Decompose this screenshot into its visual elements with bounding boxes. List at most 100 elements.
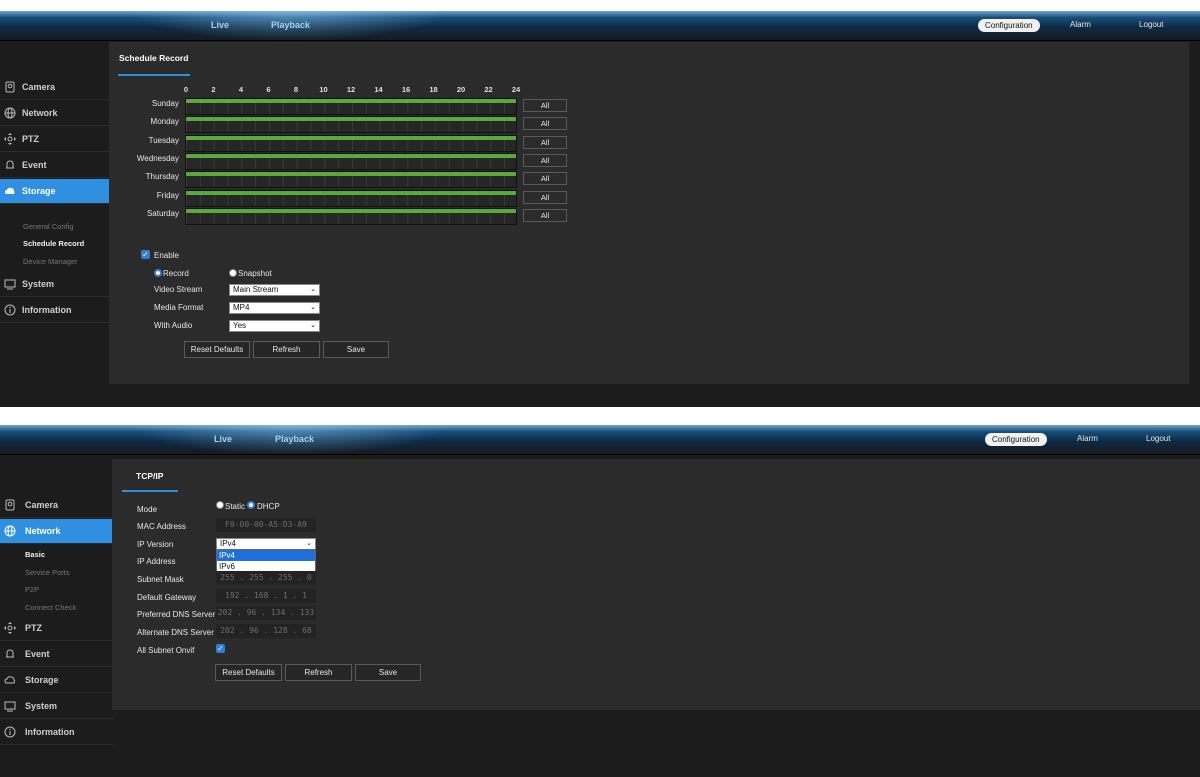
sidebar-sub-service-ports[interactable]: Service Ports: [25, 568, 70, 577]
refresh-button[interactable]: Refresh: [253, 341, 320, 358]
sidebar-sub-connect-check[interactable]: Connect Check: [25, 603, 76, 612]
nav-configuration[interactable]: Configuration: [985, 433, 1047, 446]
reset-defaults-button[interactable]: Reset Defaults: [215, 664, 282, 681]
schedule-row[interactable]: [185, 116, 517, 134]
sidebar-item-event[interactable]: Event: [0, 153, 110, 178]
snapshot-radio[interactable]: [229, 269, 237, 277]
mac-field: F0-00-00-A5-D3-A9: [216, 518, 316, 532]
content-area: Schedule Record 0 2 4 6 8 10 12 14 16 18 20 22 24 Su…: [109, 42, 1189, 384]
info-icon: [4, 726, 16, 738]
nav-alarm[interactable]: Alarm: [1077, 434, 1098, 443]
alternate-dns-field: 202 . 96 . 128 . 68: [216, 624, 316, 638]
camera-icon: [5, 81, 15, 93]
snapshot-label: Snapshot: [238, 269, 272, 278]
sidebar-item-camera[interactable]: Camera: [0, 493, 113, 518]
schedule-row[interactable]: [185, 134, 517, 152]
video-stream-select[interactable]: Main Stream ⌄: [229, 284, 320, 296]
schedule-row[interactable]: [185, 98, 517, 115]
sidebar-sub-general-config[interactable]: General Config: [23, 222, 73, 231]
onvif-checkbox[interactable]: ✓: [216, 644, 225, 653]
nav-configuration[interactable]: Configuration: [978, 19, 1040, 32]
schedule-bar[interactable]: [186, 135, 516, 140]
chevron-down-icon: ⌄: [310, 322, 316, 329]
schedule-row[interactable]: [185, 171, 517, 189]
sidebar-item-ptz[interactable]: PTZ: [0, 616, 113, 641]
sidebar-sub-basic[interactable]: Basic: [25, 550, 45, 559]
schedule-bar[interactable]: [186, 117, 516, 122]
schedule-bar[interactable]: [186, 172, 516, 177]
record-radio[interactable]: [154, 269, 162, 277]
top-nav-bar: Live Playback Configuration Alarm Logout: [0, 11, 1200, 41]
sidebar-item-camera[interactable]: Camera: [0, 75, 110, 100]
all-button[interactable]: All: [523, 208, 567, 222]
ip-version-option[interactable]: IPv4: [217, 550, 315, 561]
sidebar-item-label: System: [25, 701, 58, 711]
nav-alarm[interactable]: Alarm: [1070, 20, 1091, 29]
sidebar-item-event[interactable]: Event: [0, 642, 113, 667]
schedule-row[interactable]: [185, 207, 517, 225]
tab-tcpip[interactable]: TCP/IP: [136, 471, 163, 481]
day-label: Saturday: [146, 208, 179, 218]
save-button[interactable]: Save: [323, 341, 389, 358]
hour-label: 0: [183, 85, 189, 94]
all-button[interactable]: All: [523, 172, 567, 186]
sidebar-item-network[interactable]: Network: [0, 519, 121, 544]
record-label: Record: [163, 269, 189, 278]
sidebar-item-ptz[interactable]: PTZ: [0, 127, 110, 152]
sidebar-item-storage[interactable]: Storage: [0, 668, 113, 693]
schedule-row[interactable]: [185, 152, 517, 170]
hour-label: 20: [456, 85, 466, 94]
refresh-button[interactable]: Refresh: [285, 664, 352, 681]
sidebar-item-storage[interactable]: Storage: [0, 179, 118, 204]
nav-playback[interactable]: Playback: [271, 20, 310, 30]
sidebar-item-information[interactable]: Information: [0, 298, 110, 323]
schedule-bar[interactable]: [186, 153, 516, 158]
nav-live[interactable]: Live: [214, 434, 232, 444]
sidebar-item-network[interactable]: Network: [0, 101, 110, 126]
sidebar-item-label: Network: [25, 526, 61, 536]
day-label: Thursday: [145, 172, 179, 182]
sidebar-item-label: PTZ: [22, 134, 39, 144]
nav-logout[interactable]: Logout: [1146, 434, 1170, 443]
nav-live[interactable]: Live: [211, 20, 229, 30]
hour-label: 2: [211, 85, 216, 94]
media-format-label: Media Format: [154, 303, 204, 312]
sidebar-item-label: PTZ: [25, 623, 42, 633]
enable-checkbox[interactable]: ✓: [141, 250, 150, 259]
all-button[interactable]: All: [523, 117, 567, 131]
static-radio[interactable]: [216, 501, 224, 509]
sidebar-sub-device-manager[interactable]: Device Manager: [23, 257, 78, 266]
schedule-bar[interactable]: [186, 190, 516, 195]
bell-icon: [6, 160, 14, 169]
save-button[interactable]: Save: [355, 664, 421, 681]
schedule-record-panel: Live Playback Configuration Alarm Logout…: [0, 11, 1200, 407]
nav-logout[interactable]: Logout: [1139, 20, 1163, 29]
dhcp-radio[interactable]: [247, 501, 255, 509]
schedule-row[interactable]: [185, 189, 517, 207]
ptz-icon: [4, 133, 16, 145]
sidebar-item-information[interactable]: Information: [0, 720, 113, 745]
ip-version-label: IP Version: [137, 540, 174, 549]
tcpip-panel: Live Playback Configuration Alarm Logout…: [0, 425, 1200, 777]
media-format-value: MP4: [233, 303, 250, 312]
all-button[interactable]: All: [523, 153, 567, 167]
hour-label: 8: [293, 85, 299, 94]
all-button[interactable]: All: [523, 135, 567, 149]
reset-defaults-button[interactable]: Reset Defaults: [184, 341, 250, 358]
tab-schedule-record[interactable]: Schedule Record: [119, 53, 188, 63]
sidebar-sub-schedule-record[interactable]: Schedule Record: [23, 239, 84, 248]
hour-label: 18: [429, 85, 438, 94]
hour-label: 10: [319, 85, 328, 94]
day-label: Wednesday: [136, 153, 179, 163]
all-button[interactable]: All: [523, 190, 567, 204]
nav-playback[interactable]: Playback: [275, 434, 314, 444]
with-audio-select[interactable]: Yes ⌄: [229, 320, 320, 332]
sidebar-item-system[interactable]: System: [0, 694, 113, 719]
media-format-select[interactable]: MP4 ⌄: [229, 302, 320, 314]
sidebar-sub-p2p[interactable]: P2P: [25, 585, 39, 594]
schedule-bar[interactable]: [186, 208, 516, 213]
sidebar-item-system[interactable]: System: [0, 272, 110, 297]
all-button[interactable]: All: [523, 99, 567, 112]
ip-address-label: IP Address: [137, 557, 176, 566]
schedule-bar[interactable]: [186, 99, 516, 103]
